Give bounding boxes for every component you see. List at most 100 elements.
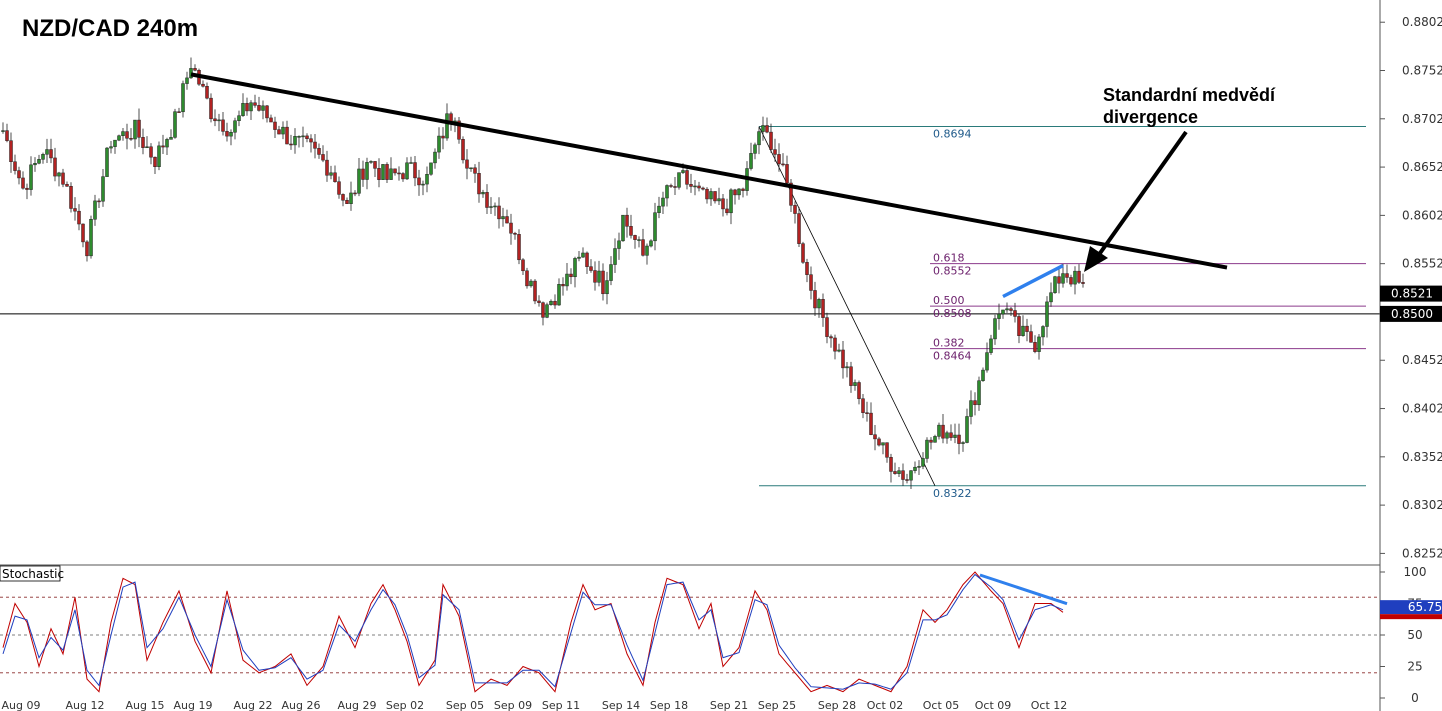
candle-body: [485, 192, 489, 208]
candle-body: [725, 208, 729, 214]
date-tick-label: Oct 05: [923, 699, 960, 711]
candle-body: [717, 198, 721, 202]
candle-body: [389, 168, 393, 180]
candle-body: [213, 118, 217, 122]
candle-body: [553, 300, 557, 306]
candle-body: [137, 119, 141, 138]
candle-body: [117, 135, 121, 141]
candle-body: [573, 258, 577, 278]
candle-body: [537, 300, 541, 303]
candle-body: [357, 168, 361, 194]
candle-body: [765, 125, 769, 133]
candle-body: [93, 200, 97, 220]
fib-ratio-label: 0.382: [933, 337, 965, 350]
candle-body: [157, 145, 161, 167]
candle-body: [905, 479, 909, 481]
candle-body: [33, 163, 37, 166]
candle-body: [81, 223, 85, 243]
candle-body: [861, 398, 865, 413]
candle-body: [421, 183, 425, 186]
candle-body: [741, 188, 745, 191]
candle-body: [477, 173, 481, 195]
candle-body: [57, 172, 61, 177]
price-tick-label: 0.8452: [1402, 353, 1442, 367]
candle-body: [969, 400, 973, 417]
candle-body: [101, 176, 105, 202]
candle-body: [77, 210, 81, 225]
candle-body: [73, 208, 77, 212]
candle-body: [1041, 326, 1045, 338]
candle-body: [825, 317, 829, 337]
fib-price-label: 0.8552: [933, 265, 972, 278]
candle-body: [581, 252, 585, 258]
candle-body: [733, 189, 737, 196]
fib-high-label: 0.8694: [933, 128, 972, 141]
candle-body: [217, 119, 221, 122]
candle-body: [345, 200, 349, 204]
chart-canvas: 0.86940.83220.6180.85520.5000.85080.3820…: [0, 0, 1442, 711]
candle-body: [393, 168, 397, 174]
date-tick-label: Sep 11: [542, 699, 580, 711]
candle-body: [413, 162, 417, 179]
candle-body: [713, 191, 717, 202]
candle-body: [873, 434, 877, 440]
candle-body: [937, 424, 941, 437]
candle-body: [797, 213, 801, 244]
candle-body: [1069, 277, 1073, 285]
candle-body: [837, 349, 841, 352]
candle-body: [1081, 282, 1085, 284]
candle-body: [621, 214, 625, 242]
candle-body: [373, 161, 377, 169]
candle-body: [1, 130, 5, 132]
candle-body: [161, 145, 165, 148]
candle-body: [437, 135, 441, 153]
candle-body: [237, 115, 241, 121]
candle-body: [781, 163, 785, 166]
candle-body: [125, 131, 129, 139]
candle-body: [613, 248, 617, 265]
candle-body: [949, 432, 953, 438]
candle-body: [401, 173, 405, 180]
date-tick-label: Sep 09: [494, 699, 532, 711]
candle-body: [513, 232, 517, 235]
annotation-arrow-shaft: [1096, 130, 1188, 258]
candle-body: [729, 189, 733, 214]
candle-body: [225, 131, 229, 137]
candle-body: [757, 131, 761, 146]
candle-body: [973, 400, 977, 406]
candle-body: [569, 273, 573, 278]
candle-body: [233, 120, 237, 133]
candle-body: [1077, 270, 1081, 283]
candle-body: [953, 434, 957, 438]
candle-body: [609, 264, 613, 281]
candle-body: [153, 156, 157, 167]
candle-body: [145, 146, 149, 149]
date-tick-label: Aug 09: [2, 699, 41, 711]
candle-body: [1021, 325, 1025, 336]
candle-body: [677, 172, 681, 188]
candle-body: [405, 162, 409, 180]
candle-body: [785, 164, 789, 184]
candle-body: [533, 280, 537, 302]
candle-body: [681, 170, 685, 173]
price-tick-label: 0.8252: [1402, 546, 1442, 560]
candle-body: [13, 161, 17, 171]
stoch-tick-label: 100: [1404, 565, 1427, 579]
candle-body: [185, 77, 189, 84]
candle-body: [141, 137, 145, 148]
candle-body: [525, 270, 529, 287]
candle-body: [1065, 273, 1069, 278]
candle-body: [653, 212, 657, 242]
candle-body: [309, 138, 313, 143]
date-tick-label: Oct 09: [975, 699, 1012, 711]
candle-body: [377, 168, 381, 180]
chart-title: NZD/CAD 240m: [22, 15, 198, 42]
candle-body: [201, 83, 205, 87]
candle-body: [921, 458, 925, 467]
candle-body: [893, 471, 897, 474]
candle-body: [601, 270, 605, 295]
candle-body: [901, 470, 905, 480]
candle-body: [277, 129, 281, 135]
candle-body: [129, 138, 133, 140]
candle-body: [465, 159, 469, 169]
